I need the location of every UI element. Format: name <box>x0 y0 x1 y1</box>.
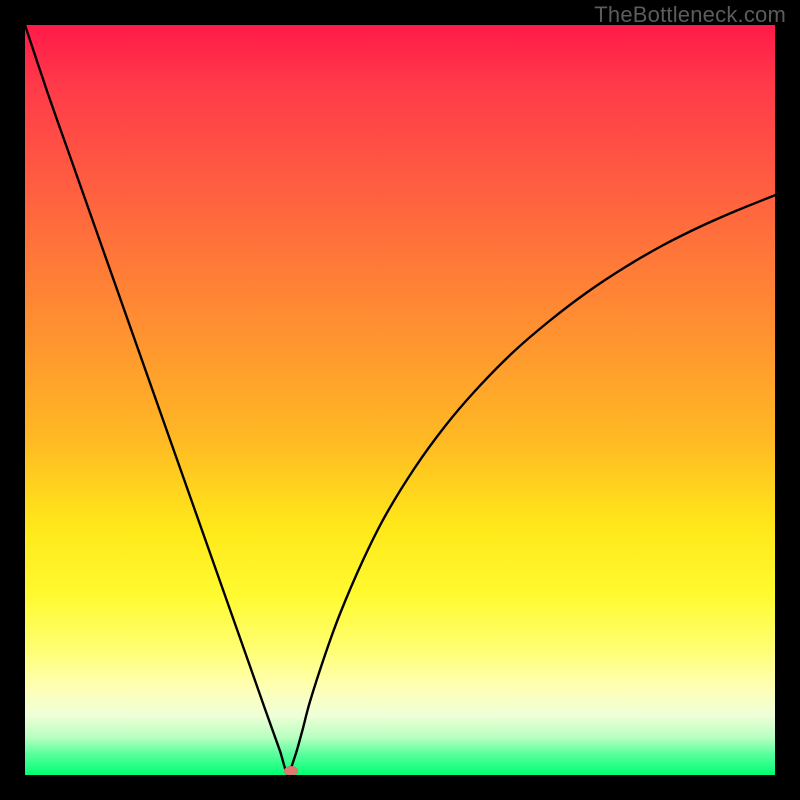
plot-area <box>25 25 775 775</box>
curve-svg <box>25 25 775 775</box>
bottleneck-curve <box>25 25 775 773</box>
chart-frame: TheBottleneck.com <box>0 0 800 800</box>
